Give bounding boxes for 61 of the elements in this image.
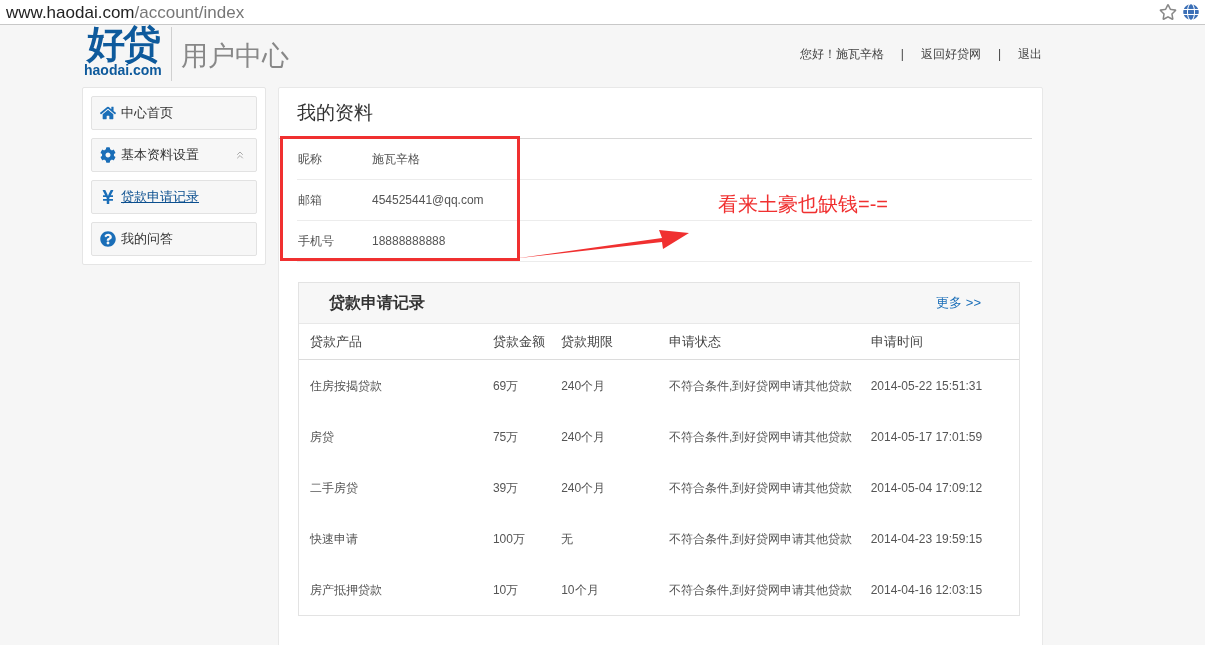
column-header: 申请时间 <box>870 333 923 349</box>
greeting-text: 您好！施瓦辛格 <box>799 46 884 63</box>
table-cell: 不符合条件,到好贷网申请其他贷款 <box>668 531 853 546</box>
table-cell: 69万 <box>492 378 519 393</box>
column-header: 申请状态 <box>668 333 721 349</box>
field-value: 18888888888 <box>372 233 446 250</box>
separator-text: | <box>997 46 1001 63</box>
table-cell: 2014-05-04 17:09:12 <box>870 480 983 495</box>
column-header: 贷款金额 <box>492 333 545 349</box>
table-cell: 二手房贷 <box>310 480 358 495</box>
table-cell: 10万 <box>492 582 519 597</box>
table-cell: 快速申请 <box>310 531 358 546</box>
table-cell: 10个月 <box>561 582 599 597</box>
globe-icon[interactable] <box>1183 4 1199 20</box>
sidebar-item[interactable]: 中心首页 <box>91 96 257 130</box>
table-cell: 2014-04-16 12:03:15 <box>870 582 983 597</box>
logout-link[interactable]: 退出 <box>1018 45 1042 63</box>
table-cell: 不符合条件,到好贷网申请其他贷款 <box>668 480 853 495</box>
separator-text: | <box>900 46 904 63</box>
section-title: 我的资料 <box>297 100 373 125</box>
table-cell: 不符合条件,到好贷网申请其他贷款 <box>668 582 853 597</box>
chevron-icon[interactable] <box>234 149 246 161</box>
table-cell: 2014-05-17 17:01:59 <box>870 429 983 444</box>
table-cell: 无 <box>561 531 574 546</box>
url-text: www.haodai.com/account/index <box>6 3 245 21</box>
more-link[interactable]: 更多 >> <box>936 293 981 313</box>
annotation-text: 看来土豪也缺钱=-= <box>718 192 889 217</box>
panel-title: 贷款申请记录 <box>329 293 425 314</box>
table-cell: 100万 <box>492 531 525 546</box>
home-link[interactable]: 返回好贷网 <box>920 45 981 63</box>
yen-icon <box>100 189 116 205</box>
table-cell: 房产抵押贷款 <box>310 582 382 597</box>
sidebar-item[interactable]: 基本资料设置 <box>91 138 257 172</box>
table-cell: 不符合条件,到好贷网申请其他贷款 <box>668 378 853 393</box>
table-cell: 39万 <box>492 480 519 495</box>
address-bar[interactable]: www.haodai.com/account/index <box>0 0 1205 25</box>
table-cell: 2014-04-23 19:59:15 <box>870 531 983 546</box>
question-icon <box>100 231 116 247</box>
home-icon <box>100 105 116 121</box>
bookmark-star-icon[interactable] <box>1159 3 1177 21</box>
table-cell: 240个月 <box>561 378 606 393</box>
field-label: 邮箱 <box>297 192 323 209</box>
table-cell: 房贷 <box>310 429 334 444</box>
column-header: 贷款产品 <box>310 333 362 349</box>
logo-mark: 好贷 <box>86 25 159 63</box>
gear-icon <box>100 147 116 163</box>
table-cell: 住房按揭贷款 <box>310 378 382 393</box>
field-value: 施瓦辛格 <box>372 151 420 168</box>
sidebar-item[interactable]: 我的问答 <box>91 222 257 256</box>
table-cell: 2014-05-22 15:51:31 <box>870 378 983 393</box>
field-value: 454525441@qq.com <box>372 192 484 209</box>
logo-domain: haodai.com <box>84 63 162 77</box>
field-label: 昵称 <box>297 151 323 168</box>
page-title: 用户中心 <box>180 39 289 73</box>
column-header: 贷款期限 <box>561 333 614 349</box>
table-cell: 240个月 <box>561 480 606 495</box>
table-cell: 不符合条件,到好贷网申请其他贷款 <box>668 429 853 444</box>
table-cell: 75万 <box>492 429 519 444</box>
field-label: 手机号 <box>297 233 335 250</box>
sidebar-item[interactable]: 贷款申请记录 <box>91 180 257 214</box>
table-cell: 240个月 <box>561 429 606 444</box>
